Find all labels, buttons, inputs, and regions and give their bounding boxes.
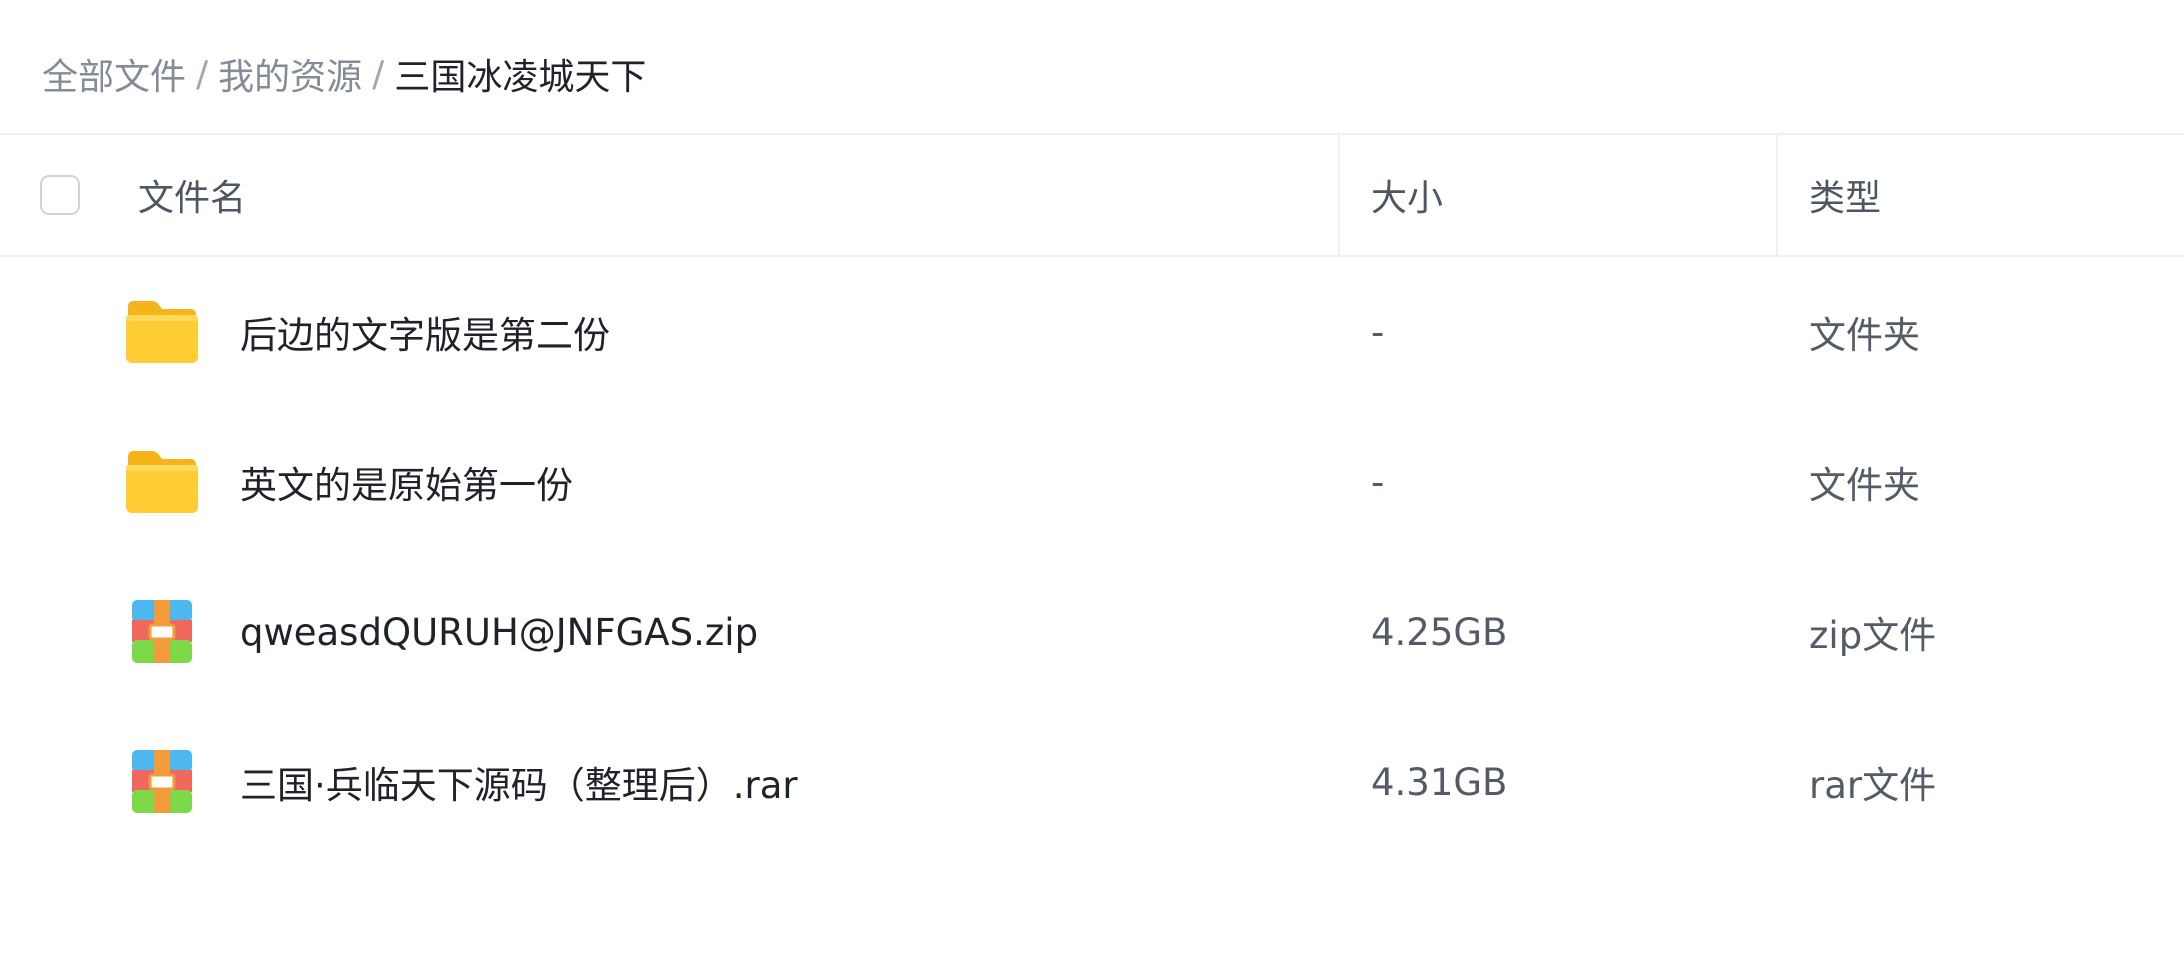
select-all-checkbox[interactable] — [40, 175, 80, 215]
table-row[interactable]: qweasdQURUH@JNFGAS.zip 4.25GB zip文件 — [0, 557, 2184, 707]
folder-icon — [124, 299, 200, 365]
breadcrumb-current: 三国冰凌城天下 — [394, 57, 647, 98]
file-name[interactable]: qweasdQURUH@JNFGAS.zip — [240, 557, 758, 707]
table-row[interactable]: 后边的文字版是第二份 - 文件夹 — [0, 257, 2184, 407]
column-header-type[interactable]: 类型 — [1809, 135, 1881, 255]
file-name[interactable]: 英文的是原始第一份 — [240, 407, 573, 557]
breadcrumb-item-all-files[interactable]: 全部文件 — [42, 48, 186, 100]
file-size: 4.25GB — [1371, 610, 1508, 654]
file-name[interactable]: 三国·兵临天下源码（整理后）.rar — [240, 707, 798, 857]
file-browser: 全部文件 / 我的资源 / 三国冰凌城天下 文件名 大小 类型 后边的文字版是第… — [0, 0, 2184, 954]
column-header-size[interactable]: 大小 — [1371, 135, 1443, 255]
breadcrumb-item-my-resources[interactable]: 我的资源 — [218, 48, 362, 100]
table-row[interactable]: 英文的是原始第一份 - 文件夹 — [0, 407, 2184, 557]
file-type: zip文件 — [1809, 614, 1937, 657]
column-divider[interactable] — [1338, 135, 1340, 255]
file-table: 文件名 大小 类型 后边的文字版是第二份 - 文件夹 英文的是原始第一份 - 文… — [0, 133, 2184, 857]
breadcrumb: 全部文件 / 我的资源 / 三国冰凌城天下 — [42, 48, 646, 100]
folder-icon — [124, 449, 200, 515]
file-size: 4.31GB — [1371, 760, 1508, 804]
archive-icon — [124, 749, 200, 815]
file-type: rar文件 — [1809, 764, 1937, 807]
archive-icon — [124, 599, 200, 665]
file-type: 文件夹 — [1809, 314, 1920, 357]
file-size: - — [1371, 310, 1385, 354]
table-header: 文件名 大小 类型 — [0, 133, 2184, 257]
file-type: 文件夹 — [1809, 464, 1920, 507]
column-header-name[interactable]: 文件名 — [138, 135, 246, 255]
table-row[interactable]: 三国·兵临天下源码（整理后）.rar 4.31GB rar文件 — [0, 707, 2184, 857]
file-size: - — [1371, 460, 1385, 504]
breadcrumb-separator: / — [372, 53, 385, 95]
file-name[interactable]: 后边的文字版是第二份 — [240, 257, 610, 407]
breadcrumb-separator: / — [196, 53, 209, 95]
column-divider[interactable] — [1776, 135, 1778, 255]
